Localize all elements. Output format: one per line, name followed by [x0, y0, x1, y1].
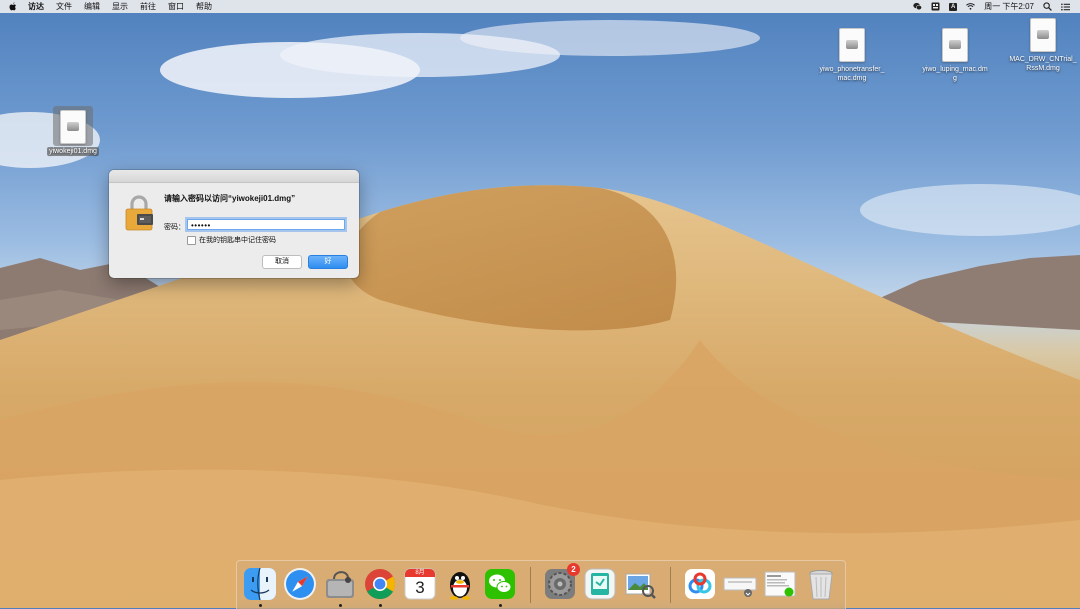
- wechat-app-icon: [485, 569, 515, 599]
- desktop-icon-label: MAC_DRW_CNTrial_RssM.dmg: [1009, 56, 1077, 72]
- folder-stack-icon: [723, 577, 757, 597]
- running-indicator: [259, 604, 262, 607]
- notification-badge: 2: [567, 563, 580, 576]
- dock-item-app-installer[interactable]: [582, 566, 618, 602]
- menu-file[interactable]: 文件: [50, 0, 78, 13]
- dock-item-chrome[interactable]: [362, 566, 398, 607]
- dock-item-calendar[interactable]: 8月 3: [402, 566, 438, 602]
- running-indicator: [339, 604, 342, 607]
- desktop-icon-label: yiwokeji01.dmg: [47, 147, 99, 156]
- dock-item-disk-utility[interactable]: [322, 566, 358, 607]
- remember-password-checkbox[interactable]: [187, 235, 196, 245]
- notification-center-icon[interactable]: [1061, 2, 1070, 11]
- preview-icon: [625, 573, 656, 599]
- chrome-icon: [365, 569, 396, 600]
- menu-view[interactable]: 显示: [106, 0, 134, 13]
- dock-item-documents-stack[interactable]: [762, 566, 798, 602]
- lock-icon: [125, 195, 153, 231]
- desktop-icon-label: yiwo_phonetransfer_mac.dmg: [819, 66, 885, 82]
- running-indicator: [499, 604, 502, 607]
- dock-item-finder[interactable]: [242, 566, 278, 607]
- qq-penguin-icon: [450, 572, 470, 600]
- dock-item-safari[interactable]: [282, 566, 318, 602]
- disk-utility-icon: [326, 571, 354, 598]
- dock-item-wechat[interactable]: [482, 566, 518, 607]
- desktop-icon-yiwo-luping[interactable]: yiwo_luping_mac.dmg: [915, 28, 995, 83]
- dock-item-downloads-stack[interactable]: [722, 566, 758, 602]
- password-label: 密码：: [164, 224, 185, 231]
- documents-stack-icon: [764, 571, 796, 597]
- menu-finder[interactable]: 访达: [22, 0, 50, 13]
- disk-image-icon: [60, 110, 86, 144]
- app-installer-icon: [584, 568, 616, 600]
- password-dialog: 请输入密码以访问“yiwokeji01.dmg” 密码： •••••• 在我的钥…: [109, 170, 359, 278]
- dock-separator: [530, 567, 531, 603]
- spotlight-search-icon[interactable]: [1043, 2, 1052, 11]
- finder-icon: [244, 567, 276, 601]
- dock-item-system-preferences[interactable]: 2: [542, 563, 580, 602]
- disk-image-icon: [839, 28, 865, 62]
- disk-image-icon: [1030, 18, 1056, 52]
- keyboard-icon[interactable]: [931, 2, 940, 11]
- input-method-icon[interactable]: A: [949, 2, 958, 11]
- dock-item-trash[interactable]: [803, 566, 839, 602]
- menu-go[interactable]: 前往: [134, 0, 162, 13]
- dock-item-qq[interactable]: [442, 566, 478, 602]
- cloud-disk-icon: [685, 569, 715, 599]
- menubar-clock[interactable]: 周一 下午2:07: [984, 1, 1034, 12]
- cancel-button[interactable]: 取消: [262, 255, 302, 269]
- menu-help[interactable]: 帮助: [190, 0, 218, 13]
- running-indicator: [379, 604, 382, 607]
- wechat-icon[interactable]: [913, 2, 923, 11]
- dock-item-preview[interactable]: [622, 566, 658, 602]
- desktop-icon-mac-drw[interactable]: MAC_DRW_CNTrial_RssM.dmg: [1003, 18, 1080, 73]
- dock: 8月 3 2: [236, 560, 846, 609]
- ok-button[interactable]: 好: [308, 255, 348, 269]
- menu-edit[interactable]: 编辑: [78, 0, 106, 13]
- apple-icon[interactable]: [8, 2, 18, 12]
- remember-password-option[interactable]: 在我的钥匙串中记住密码: [187, 235, 276, 245]
- menu-window[interactable]: 窗口: [162, 0, 190, 13]
- desktop-icon-yiwo-phonetransfer[interactable]: yiwo_phonetransfer_mac.dmg: [812, 28, 892, 83]
- dialog-message: 请输入密码以访问“yiwokeji01.dmg”: [164, 194, 296, 203]
- wifi-icon[interactable]: [966, 2, 976, 11]
- desktop-icon-label: yiwo_luping_mac.dmg: [922, 66, 988, 82]
- dock-separator: [670, 567, 671, 603]
- dialog-titlebar[interactable]: [109, 170, 359, 183]
- desktop-wallpaper: [0, 20, 1080, 608]
- menu-bar: 访达 文件 编辑 显示 前往 窗口 帮助 A 周一 下午2:07: [0, 0, 1080, 13]
- dock-item-baidu-netdisk[interactable]: [682, 566, 718, 602]
- password-field[interactable]: ••••••: [187, 219, 345, 230]
- desktop-icon-yiwokeji01[interactable]: yiwokeji01.dmg: [33, 110, 113, 156]
- safari-icon: [284, 568, 316, 600]
- remember-password-label: 在我的钥匙串中记住密码: [199, 237, 276, 244]
- calendar-day: 3: [415, 578, 425, 597]
- calendar-month: 8月: [415, 570, 425, 576]
- trash-icon: [809, 570, 833, 600]
- disk-image-icon: [942, 28, 968, 62]
